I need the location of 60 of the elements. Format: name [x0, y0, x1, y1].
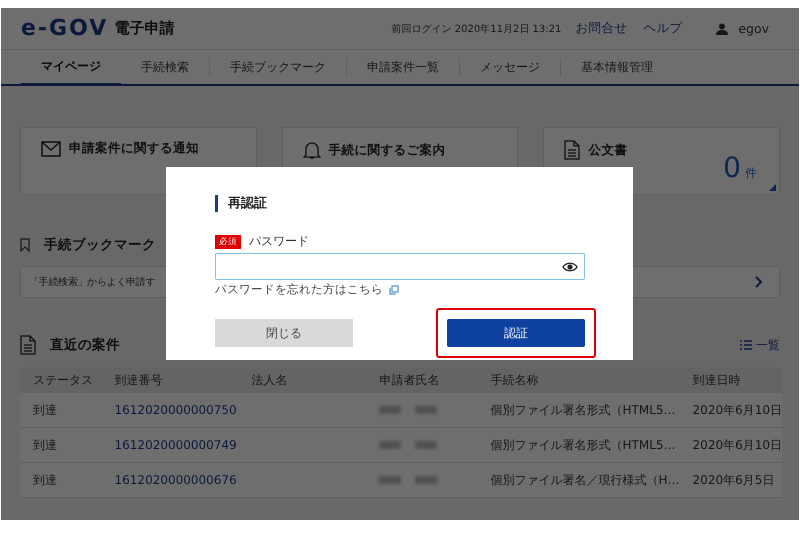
forgot-password-link[interactable]: パスワードを忘れた方はこちら	[215, 282, 383, 297]
column-header: 到達番号	[102, 367, 238, 393]
nav-tab[interactable]: 基本情報管理	[561, 58, 673, 76]
card-count: 0	[723, 151, 741, 184]
corner-mark-icon	[769, 184, 776, 191]
section-title: 直近の案件	[50, 336, 120, 354]
bookmark-icon	[20, 238, 30, 252]
user-icon[interactable]	[716, 22, 728, 34]
nav-tab[interactable]: メッセージ	[460, 58, 561, 76]
mail-icon	[41, 140, 61, 156]
list-icon[interactable]	[740, 340, 752, 350]
card-title: 公文書	[588, 142, 628, 158]
external-link-icon	[389, 284, 399, 294]
table-cell: 到達	[20, 462, 102, 498]
table-cell: 2020年6月10日	[680, 393, 782, 428]
nav-tab[interactable]: マイページ	[21, 50, 121, 86]
header-link[interactable]: ヘルプ	[643, 20, 682, 37]
count-unit: 件	[745, 165, 757, 182]
table-cell: 2020年6月10日	[680, 428, 782, 462]
table-cell: 到達	[20, 393, 102, 428]
bookmark-hint: 「手続検索」からよく申請す	[29, 276, 156, 289]
table-cell: 個別ファイル署名形式（HTML5…	[477, 428, 680, 462]
nav-tab[interactable]: 手続検索	[121, 58, 210, 76]
column-header: 法人名	[238, 367, 366, 393]
redacted-name	[379, 406, 438, 414]
document-icon	[564, 140, 580, 160]
column-header: ステータス	[20, 367, 102, 393]
header-link[interactable]: お問合せ	[575, 20, 628, 37]
nav-tab[interactable]: 申請案件一覧	[347, 58, 460, 76]
password-field[interactable]	[215, 253, 585, 280]
field-label: パスワード	[249, 233, 309, 250]
chevron-right-icon[interactable]	[755, 276, 763, 288]
column-header: 到達日時	[680, 367, 782, 393]
card-title: 手続に関するご案内	[328, 142, 446, 158]
case-number-link[interactable]: 1612020000000676	[102, 462, 238, 498]
table-cell: 個別ファイル署名／現行様式（H…	[477, 462, 680, 498]
logo[interactable]: e-GOV	[21, 16, 108, 41]
user-name[interactable]: egov	[738, 21, 769, 36]
dialog-title: 再認証	[215, 195, 584, 212]
card-title: 申請案件に関する通知	[69, 140, 199, 157]
table-cell: 個別ファイル署名形式（HTML5…	[477, 393, 680, 428]
close-button[interactable]: 閉じる	[215, 319, 353, 347]
table-cell: 到達	[20, 428, 102, 462]
table-cell: 2020年6月5日	[680, 462, 782, 498]
case-number-link[interactable]: 1612020000000750	[102, 393, 238, 428]
case-number-link[interactable]: 1612020000000749	[102, 428, 238, 462]
required-badge: 必須	[215, 234, 241, 248]
authenticate-button[interactable]: 認証	[447, 319, 585, 347]
redacted-name	[379, 476, 438, 484]
document-icon	[20, 335, 36, 355]
nav-tab[interactable]: 手続ブックマーク	[210, 58, 347, 76]
section-title: 手続ブックマーク	[44, 236, 156, 254]
service-name: 電子申請	[114, 19, 174, 38]
list-link[interactable]: 一覧	[740, 336, 780, 354]
eye-icon[interactable]	[562, 262, 578, 272]
redacted-name	[379, 441, 438, 449]
column-header: 申請者氏名	[366, 367, 478, 393]
column-header: 手続名称	[477, 367, 680, 393]
last-login: 前回ログイン 2020年11月2日 13:21	[392, 22, 562, 36]
bell-icon	[302, 140, 321, 160]
